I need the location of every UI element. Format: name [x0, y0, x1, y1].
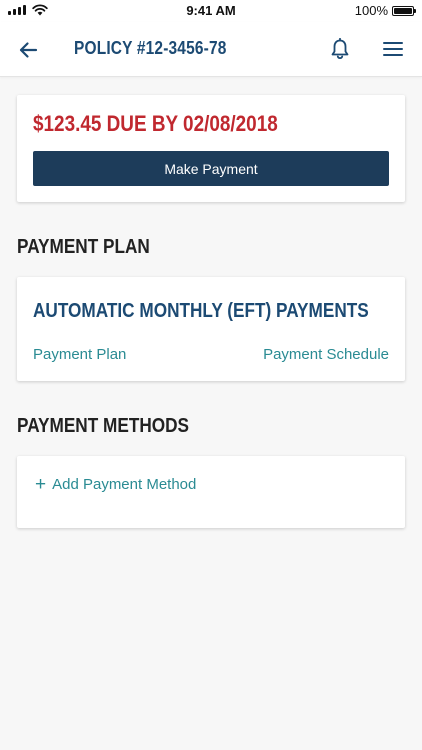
hamburger-menu-icon [383, 42, 403, 56]
status-bar: 9:41 AM 100% [0, 0, 422, 22]
notifications-button[interactable] [326, 35, 354, 63]
status-right: 100% [354, 3, 416, 18]
payment-plan-card: AUTOMATIC MONTHLY (EFT) PAYMENTS Payment… [17, 277, 405, 381]
screen: 9:41 AM 100% POLICY #12-3456-78 $123.45 … [0, 0, 422, 750]
add-payment-method-button[interactable]: + Add Payment Method [35, 475, 196, 494]
payment-schedule-link[interactable]: Payment Schedule [263, 346, 389, 363]
payment-methods-heading: PAYMENT METHODS [17, 415, 190, 437]
payment-methods-card: + Add Payment Method [17, 456, 405, 528]
plus-icon: + [35, 474, 47, 495]
payment-plan-link[interactable]: Payment Plan [33, 346, 126, 363]
amount-due-card: $123.45 DUE BY 02/08/2018 Make Payment [17, 95, 405, 202]
make-payment-button[interactable]: Make Payment [33, 151, 389, 186]
plan-name: AUTOMATIC MONTHLY (EFT) PAYMENTS [33, 300, 369, 322]
page-title: POLICY #12-3456-78 [74, 38, 227, 58]
battery-icon [392, 5, 416, 16]
add-payment-method-label: Add Payment Method [52, 476, 197, 493]
amount-due-text: $123.45 DUE BY 02/08/2018 [33, 111, 278, 136]
menu-button[interactable] [379, 35, 407, 63]
payment-plan-heading: PAYMENT PLAN [17, 236, 150, 258]
bell-icon [331, 38, 349, 59]
battery-percent: 100% [354, 3, 388, 18]
back-button[interactable] [14, 36, 42, 64]
app-header: POLICY #12-3456-78 [0, 22, 422, 77]
arrow-left-icon [19, 42, 38, 58]
